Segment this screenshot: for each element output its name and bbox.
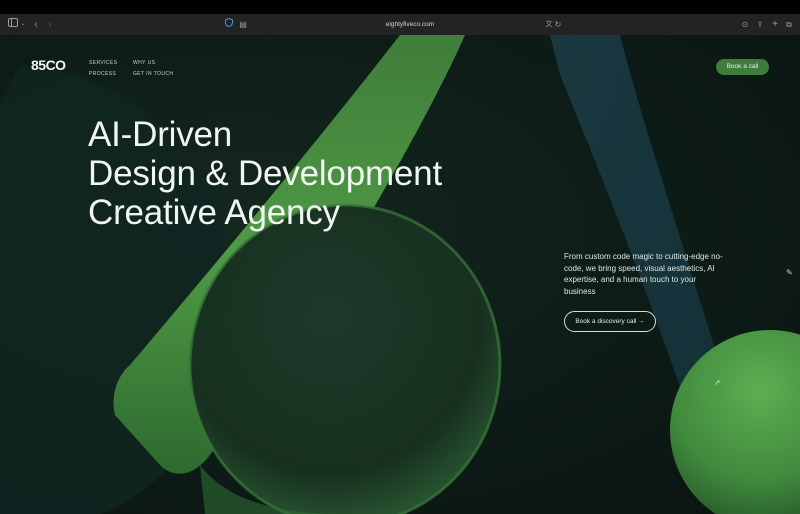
translate-icon[interactable]: 文 [544,18,554,31]
book-call-button[interactable]: Book a call [716,59,769,75]
book-discovery-call-button[interactable]: Book a discovery call → [564,311,656,332]
top-bar [0,0,800,14]
mouse-cursor-icon: ➚ [714,378,721,387]
web-page: 85CO SERVICES WHY US PROCESS GET IN TOUC… [0,35,800,514]
reader-icon[interactable]: ▤ [239,18,247,31]
forward-icon[interactable]: › [46,18,54,31]
hero-line-3: Creative Agency [88,193,340,232]
address-bar[interactable]: eightyfiveco.com [380,19,440,30]
back-icon[interactable]: ‹ [32,18,40,31]
shield-icon[interactable] [224,17,234,31]
hero-subtitle: From custom code magic to cutting-edge n… [564,252,723,296]
nav-process[interactable]: PROCESS [89,71,116,77]
plus-icon[interactable]: + [770,18,780,31]
chevron-down-icon[interactable]: ⌄ [20,18,26,31]
nav-get-in-touch[interactable]: GET IN TOUCH [133,71,173,77]
nav-why-us[interactable]: WHY US [133,60,155,66]
hero-line-1: AI-Driven [88,115,233,154]
hero-heading: AI-Driven Design & Development Creative … [88,115,442,232]
share-icon[interactable]: ⇪ [755,18,765,31]
reload-icon[interactable]: ↻ [554,18,562,31]
sidebar-icon[interactable] [7,18,19,31]
hero-line-2: Design & Development [88,154,442,193]
brand-logo[interactable]: 85CO [31,57,66,73]
tabs-overview-icon[interactable]: ⧉ [784,18,794,31]
download-icon[interactable]: ⊙ [740,18,750,31]
nav-services[interactable]: SERVICES [89,60,117,66]
browser-toolbar: ⌄ ‹ › ▤ eightyfiveco.com 文 ↻ ⊙ ⇪ + ⧉ [0,14,800,36]
edit-icon[interactable]: ✎ [786,268,793,277]
